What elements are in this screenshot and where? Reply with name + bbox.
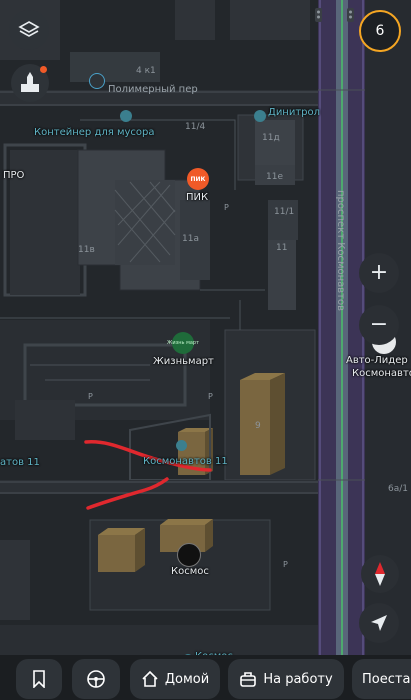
zhiznmart-logo-icon[interactable]: Жизнь март xyxy=(167,332,199,354)
notification-dot xyxy=(40,66,47,73)
house-number: 11д xyxy=(262,133,280,143)
house-number: 11а xyxy=(182,234,199,244)
map-app: Полимерный пер проспект Космонавтов 4 к1… xyxy=(0,0,411,700)
traffic-light-icon xyxy=(347,8,354,22)
compass-icon xyxy=(375,562,385,586)
parking-icon: P xyxy=(283,560,288,569)
house-number: 11в xyxy=(78,245,95,255)
briefcase-icon xyxy=(240,672,257,687)
house-number: 9 xyxy=(255,421,261,431)
parking-icon: P xyxy=(88,392,93,401)
city-avatar-button[interactable] xyxy=(11,64,49,102)
compass-button[interactable] xyxy=(361,555,399,593)
poi-label-container[interactable]: Контейнер для мусора xyxy=(34,127,155,138)
bottom-bar: Домой На работу Поеста xyxy=(0,655,411,700)
container-icon[interactable] xyxy=(120,110,132,122)
zoom-out-button[interactable]: − xyxy=(359,305,399,345)
layers-button[interactable] xyxy=(9,10,49,50)
poi-label-pik[interactable]: ПИК xyxy=(186,192,208,203)
drive-button[interactable] xyxy=(72,659,120,699)
poi-label-zhiznmart[interactable]: Жизньмарт xyxy=(153,356,214,367)
house-number: 11/1 xyxy=(274,207,295,217)
street-label-avenue: проспект Космонавтов xyxy=(335,190,346,312)
house-number: 11е xyxy=(266,172,283,182)
poi-label-dinitrol[interactable]: Динитрол xyxy=(268,107,320,118)
home-icon xyxy=(142,670,158,687)
poi-label-cosmonauts11[interactable]: Космонавтов 11 xyxy=(143,456,228,467)
house-number: 11/4 xyxy=(185,122,206,132)
layers-icon xyxy=(18,21,40,37)
work-label: На работу xyxy=(263,671,333,687)
locate-button[interactable] xyxy=(359,603,399,643)
kosmos-logo-icon[interactable] xyxy=(177,543,201,567)
bookmarks-button[interactable] xyxy=(16,659,62,699)
home-button[interactable]: Домой xyxy=(130,659,220,699)
house-number: 6а/1 xyxy=(388,484,408,494)
zoom-in-button[interactable]: + xyxy=(359,253,399,293)
poi-label-pro[interactable]: ПРО xyxy=(3,170,24,181)
poi-marker[interactable] xyxy=(89,73,105,89)
poi-label-kosmos[interactable]: Космос xyxy=(171,566,209,577)
building-block xyxy=(230,0,310,40)
plus-icon: + xyxy=(369,260,389,285)
house-number: 4 к1 xyxy=(136,66,156,76)
navigation-arrow-icon xyxy=(371,615,387,631)
parking-icon: P xyxy=(208,392,213,401)
home-label: Домой xyxy=(164,671,210,687)
pik-logo-icon[interactable]: ПИК xyxy=(187,168,209,190)
counter-value: 6 xyxy=(375,23,385,39)
building-pin-icon[interactable] xyxy=(176,440,187,451)
dinitrol-icon[interactable] xyxy=(254,110,266,122)
bookmark-icon xyxy=(33,670,45,688)
poi-label-avto-lider[interactable]: Авто-Лидер xyxy=(346,355,408,366)
poi-label-avto-lider-2[interactable]: Космонавто xyxy=(352,368,411,379)
street-label-polimerny: Полимерный пер xyxy=(108,84,198,95)
poi-label-cosmonauts11-left[interactable]: атов 11 xyxy=(0,457,40,468)
house-number: 11 xyxy=(276,243,288,253)
map-canvas[interactable] xyxy=(0,0,411,700)
building-block xyxy=(175,0,215,40)
minus-icon: − xyxy=(369,312,389,337)
steering-wheel-icon xyxy=(87,670,105,688)
work-button[interactable]: На работу xyxy=(228,659,344,699)
more-label: Поеста xyxy=(362,671,411,687)
city-landmark-icon xyxy=(21,72,39,92)
more-button[interactable]: Поеста xyxy=(352,659,411,699)
parking-icon: P xyxy=(224,203,229,212)
speed-counter-badge[interactable]: 6 xyxy=(359,10,401,52)
traffic-light-icon xyxy=(315,8,322,22)
